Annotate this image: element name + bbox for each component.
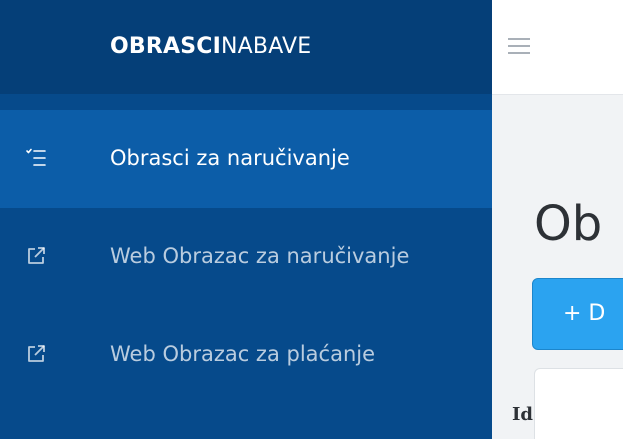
sidebar-item-web-obrazac-za-placanje[interactable]: Web Obrazac za plaćanje <box>0 306 492 404</box>
brand-logo[interactable]: OBRASCINABAVE <box>110 34 311 60</box>
app-root: OBRASCINABAVE Obrasci za naručivanje Web… <box>0 0 623 439</box>
add-button-label: + D <box>563 301 606 326</box>
table-card <box>534 368 623 439</box>
sidebar-item-label: Web Obrazac za naručivanje <box>110 244 410 268</box>
table-column-header-id[interactable]: Id <box>512 404 533 426</box>
sidebar-item-label: Obrasci za naručivanje <box>110 146 350 170</box>
brand-header: OBRASCINABAVE <box>0 0 492 94</box>
sidebar-item-obrasci-za-narucivanje[interactable]: Obrasci za naručivanje <box>0 110 492 208</box>
topbar <box>492 0 623 95</box>
external-link-icon <box>24 342 48 366</box>
brand-bold-text: OBRASCI <box>110 34 222 59</box>
page-title: Ob <box>534 196 603 252</box>
external-link-icon <box>24 244 48 268</box>
hamburger-menu-icon[interactable] <box>508 38 532 56</box>
brand-light-text: NABAVE <box>221 34 312 59</box>
add-button[interactable]: + D <box>532 278 623 350</box>
sidebar-nav: Obrasci za naručivanje Web Obrazac za na… <box>0 110 492 404</box>
sidebar-item-web-obrazac-za-narucivanje[interactable]: Web Obrazac za naručivanje <box>0 208 492 306</box>
checklist-icon <box>24 146 48 170</box>
sidebar: OBRASCINABAVE Obrasci za naručivanje Web… <box>0 0 492 439</box>
sidebar-item-label: Web Obrazac za plaćanje <box>110 342 376 366</box>
main-content: Ob + D Id <box>492 0 623 439</box>
